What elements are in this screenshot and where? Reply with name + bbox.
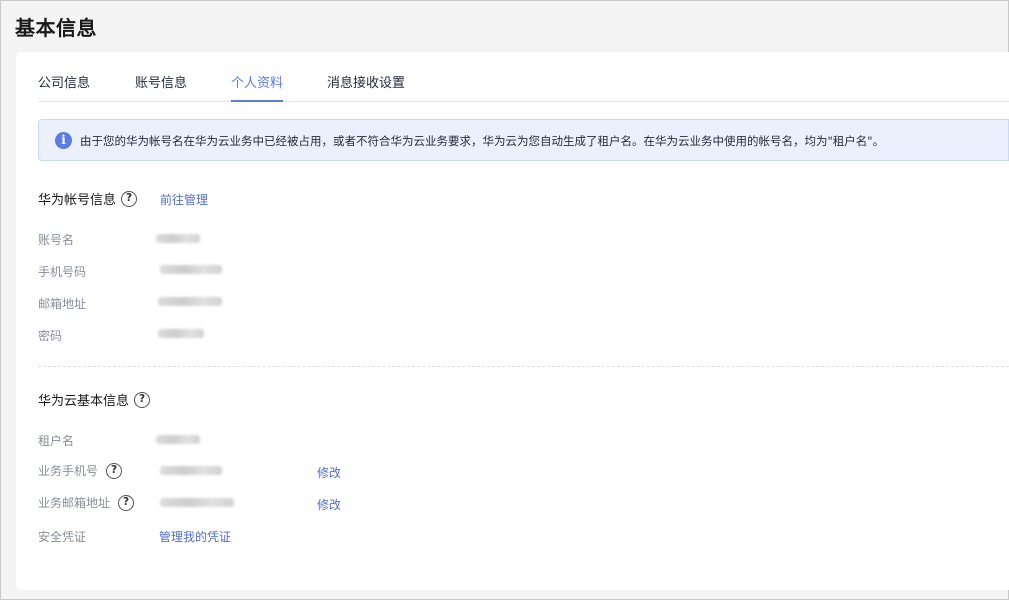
field-label-tenant-name: 租户名 xyxy=(38,434,75,448)
label-text: 业务邮箱地址 xyxy=(38,496,111,510)
section-title-text: 华为帐号信息 xyxy=(38,193,117,208)
field-label-account-name: 账号名 xyxy=(38,233,75,247)
page-title: 基本信息 xyxy=(15,16,97,40)
tab-bar: 公司信息 账号信息 个人资料 消息接收设置 xyxy=(38,52,1009,102)
info-notice: i 由于您的华为帐号名在华为云业务中已经被占用，或者不符合华为云业务要求，华为云… xyxy=(38,119,1009,161)
tab-personal-profile[interactable]: 个人资料 xyxy=(231,72,284,102)
redacted-account-name xyxy=(156,234,200,243)
edit-email-link[interactable]: 修改 xyxy=(317,496,341,513)
redacted-business-email xyxy=(160,498,234,507)
field-label-email: 邮箱地址 xyxy=(38,297,87,311)
redacted-tenant-name xyxy=(156,435,200,444)
edit-phone-link[interactable]: 修改 xyxy=(317,464,341,481)
content-card: 公司信息 账号信息 个人资料 消息接收设置 i 由于您的华为帐号名在华为云业务中… xyxy=(16,52,1009,590)
help-icon[interactable]: ? xyxy=(118,494,135,511)
label-text: 业务手机号 xyxy=(38,464,99,478)
redacted-password xyxy=(158,329,204,338)
tab-company-info[interactable]: 公司信息 xyxy=(38,72,90,102)
help-icon[interactable]: ? xyxy=(134,391,151,408)
field-label-phone: 手机号码 xyxy=(38,265,87,279)
info-icon: i xyxy=(55,132,72,149)
manage-credentials-link[interactable]: 管理我的凭证 xyxy=(159,528,231,545)
field-label-security-credentials: 安全凭证 xyxy=(38,530,87,544)
tab-message-settings[interactable]: 消息接收设置 xyxy=(327,72,405,102)
section-divider xyxy=(38,366,1009,367)
cloud-basic-section-title: 华为云基本信息 ? xyxy=(38,390,151,409)
field-label-business-email: 业务邮箱地址 ? xyxy=(38,494,135,511)
redacted-phone xyxy=(160,265,222,274)
redacted-email xyxy=(158,297,222,306)
help-icon[interactable]: ? xyxy=(121,190,138,207)
field-label-password: 密码 xyxy=(38,329,63,343)
section-title-text: 华为云基本信息 xyxy=(38,394,130,409)
huawei-account-section-title: 华为帐号信息 ? xyxy=(38,189,138,208)
help-icon[interactable]: ? xyxy=(106,462,123,479)
field-label-business-phone: 业务手机号 ? xyxy=(38,462,123,479)
go-manage-link[interactable]: 前往管理 xyxy=(160,191,208,208)
tab-account-info[interactable]: 账号信息 xyxy=(135,72,187,102)
notice-text: 由于您的华为帐号名在华为云业务中已经被占用，或者不符合华为云业务要求，华为云为您… xyxy=(80,134,885,148)
redacted-business-phone xyxy=(160,466,222,475)
